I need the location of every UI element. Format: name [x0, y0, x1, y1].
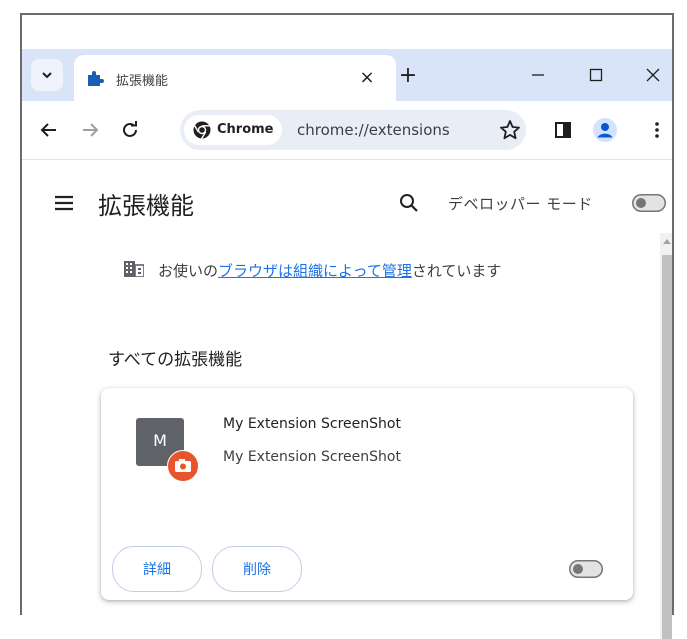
extension-enable-toggle[interactable] — [569, 560, 603, 578]
minimize-icon — [532, 74, 544, 76]
bookmark-button[interactable] — [498, 118, 522, 142]
search-button[interactable] — [397, 191, 421, 215]
active-tab[interactable]: 拡張機能 × — [74, 55, 396, 101]
browser-toolbar: Chrome chrome://extensions — [22, 101, 672, 160]
more-vertical-icon — [655, 122, 659, 138]
back-button[interactable] — [36, 117, 62, 143]
tab-strip: 拡張機能 × + — [22, 49, 672, 101]
new-tab-button[interactable]: + — [396, 62, 420, 88]
developer-mode-label: デベロッパー モード — [448, 195, 593, 213]
managed-link[interactable]: ブラウザは組織によって管理 — [218, 262, 412, 280]
site-info-chip[interactable]: Chrome — [184, 115, 282, 145]
browser-window: 拡張機能 × + Chrome chrome://extensions 拡張機能… — [22, 49, 672, 639]
camera-icon — [175, 459, 191, 472]
profile-button[interactable] — [592, 117, 618, 143]
arrow-left-icon — [40, 123, 56, 137]
page-title: 拡張機能 — [98, 192, 194, 220]
tab-title: 拡張機能 — [116, 74, 169, 89]
avatar-icon — [593, 118, 617, 142]
scroll-up-arrow-icon[interactable] — [663, 239, 671, 244]
omnibox[interactable]: Chrome chrome://extensions — [180, 110, 526, 150]
side-panel-button[interactable] — [550, 117, 576, 143]
close-icon: × — [359, 66, 375, 88]
window-close-button[interactable] — [628, 57, 672, 93]
puzzle-icon — [88, 71, 104, 86]
tab-search-button[interactable] — [31, 59, 63, 91]
minimize-button[interactable] — [513, 57, 563, 93]
camera-badge-icon — [167, 450, 199, 482]
address-text[interactable]: chrome://extensions — [297, 121, 450, 139]
chrome-menu-button[interactable] — [644, 117, 670, 143]
maximize-button[interactable] — [571, 57, 621, 93]
menu-icon — [55, 195, 73, 211]
extension-description: My Extension ScreenShot — [223, 449, 401, 465]
managed-suffix: されています — [411, 262, 502, 280]
arrow-right-icon — [83, 123, 99, 137]
managed-text: お使いのブラウザは組織によって管理されています — [158, 260, 501, 281]
scrollbar-thumb[interactable] — [662, 255, 672, 639]
search-icon — [400, 194, 418, 212]
extension-name: My Extension ScreenShot — [223, 416, 401, 432]
developer-mode-toggle[interactable] — [632, 194, 666, 212]
reload-button[interactable] — [117, 117, 143, 143]
extension-icon-letter: M — [153, 431, 167, 450]
side-panel-icon — [555, 122, 571, 138]
reload-icon — [123, 121, 137, 137]
forward-button[interactable] — [77, 117, 103, 143]
maximize-icon — [589, 68, 603, 82]
close-icon — [646, 68, 660, 82]
chevron-down-icon — [42, 72, 52, 79]
chip-label: Chrome — [217, 122, 274, 137]
remove-button[interactable]: 削除 — [212, 546, 302, 592]
main-menu-button[interactable] — [52, 191, 78, 217]
chrome-logo-icon — [193, 121, 211, 139]
managed-prefix: お使いの — [158, 262, 219, 280]
star-icon — [500, 120, 520, 140]
details-button[interactable]: 詳細 — [112, 546, 202, 592]
section-title: すべての拡張機能 — [108, 350, 243, 370]
business-icon — [124, 261, 144, 277]
extension-card: M My Extension ScreenShot My Extension S… — [101, 388, 633, 600]
tab-close-button[interactable]: × — [356, 66, 378, 88]
plus-icon: + — [398, 62, 418, 88]
